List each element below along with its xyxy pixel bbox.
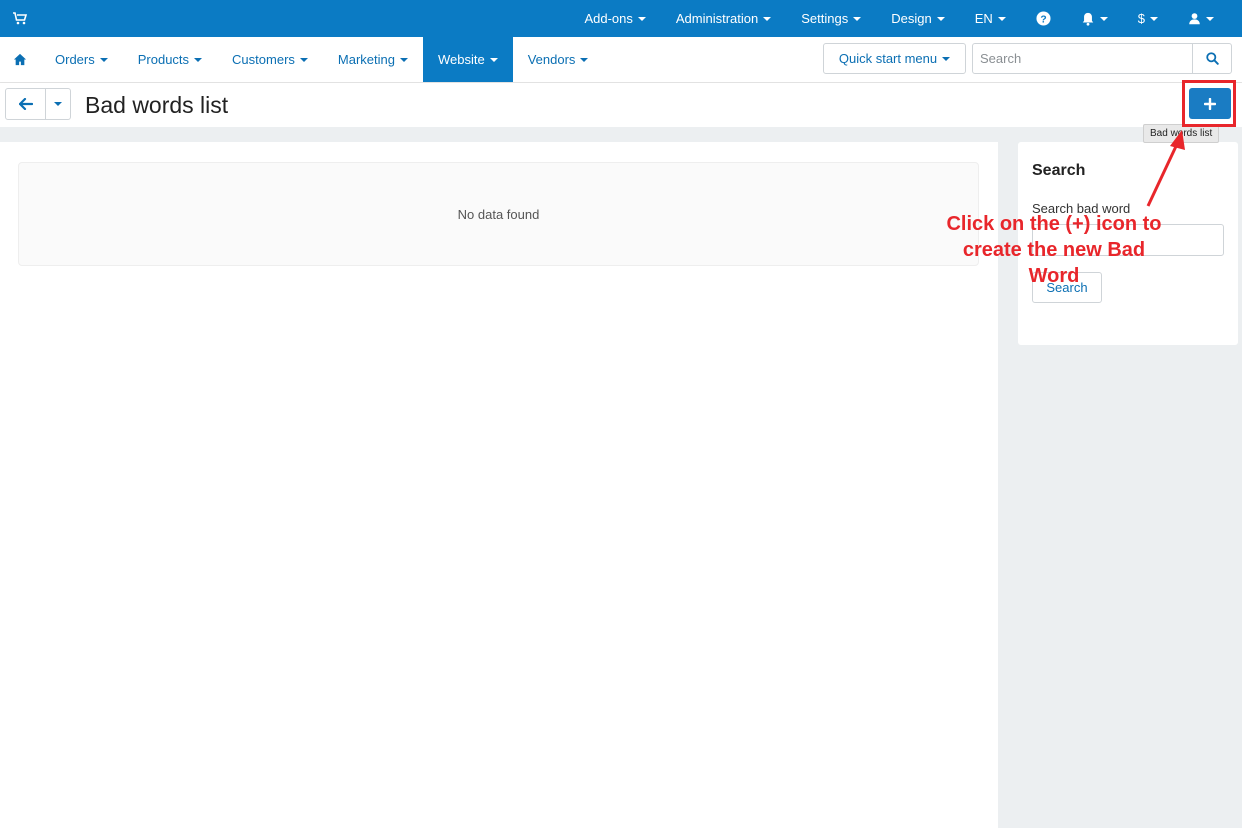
topnav-settings-label: Settings xyxy=(801,11,849,26)
topnav-addons-label: Add-ons xyxy=(584,11,633,26)
question-circle-icon: ? xyxy=(1036,11,1051,26)
chevron-down-icon xyxy=(637,16,646,21)
main-nav: Orders Products Customers Marketing Webs… xyxy=(0,37,1242,83)
nav-products[interactable]: Products xyxy=(123,37,217,82)
chevron-down-icon xyxy=(580,57,589,62)
annotation-text: Click on the (+) icon to create the new … xyxy=(946,213,1162,287)
add-bad-word-button[interactable] xyxy=(1189,88,1231,119)
topnav-currency[interactable]: $ xyxy=(1123,0,1173,37)
global-search xyxy=(972,43,1232,74)
quick-start-menu-label: Quick start menu xyxy=(838,51,938,66)
chevron-down-icon xyxy=(194,57,203,62)
chevron-down-icon xyxy=(54,102,62,106)
sidebar-title: Search xyxy=(1032,162,1086,179)
topnav-settings[interactable]: Settings xyxy=(786,0,876,37)
topnav-language[interactable]: EN xyxy=(960,0,1021,37)
nav-marketing-label: Marketing xyxy=(337,52,395,67)
add-button-tooltip: Bad words list xyxy=(1143,124,1220,143)
title-bar: Bad words list xyxy=(0,83,1242,127)
bell-icon xyxy=(1082,12,1094,26)
topnav-user[interactable] xyxy=(1173,0,1242,37)
nav-vendors-label: Vendors xyxy=(527,52,576,67)
quick-start-menu-button[interactable]: Quick start menu xyxy=(823,43,966,74)
back-dropdown-button[interactable] xyxy=(46,89,70,119)
page-title: Bad words list xyxy=(85,92,229,118)
topnav-addons[interactable]: Add-ons xyxy=(569,0,660,37)
topnav-design-label: Design xyxy=(891,11,932,26)
svg-text:?: ? xyxy=(1040,14,1046,25)
arrow-left-icon xyxy=(18,98,33,110)
main-panel: No data found xyxy=(0,142,998,828)
topnav-notifications[interactable] xyxy=(1066,0,1123,37)
chevron-down-icon xyxy=(399,57,408,62)
home-icon xyxy=(13,53,27,66)
nav-website[interactable]: Website xyxy=(422,37,513,82)
nav-customers-label: Customers xyxy=(232,52,295,67)
topnav-help[interactable]: ? xyxy=(1021,0,1066,37)
chevron-down-icon xyxy=(997,16,1006,21)
top-nav: Add-ons Administration Settings Design E… xyxy=(569,0,1242,37)
nav-orders-label: Orders xyxy=(55,52,95,67)
topnav-language-label: EN xyxy=(974,11,993,26)
chevron-down-icon xyxy=(853,16,862,21)
chevron-down-icon xyxy=(936,16,945,21)
top-bar: Add-ons Administration Settings Design E… xyxy=(0,0,1242,37)
chevron-down-icon xyxy=(942,56,951,61)
nav-vendors[interactable]: Vendors xyxy=(513,37,604,82)
back-button[interactable] xyxy=(6,89,46,119)
nav-marketing[interactable]: Marketing xyxy=(323,37,423,82)
chevron-down-icon xyxy=(763,16,772,21)
topnav-administration[interactable]: Administration xyxy=(661,0,786,37)
global-search-input[interactable] xyxy=(973,44,1192,73)
chevron-down-icon xyxy=(489,57,498,62)
topnav-administration-label: Administration xyxy=(675,11,759,26)
user-icon xyxy=(1189,13,1200,25)
search-icon xyxy=(1205,52,1219,65)
plus-icon xyxy=(1204,97,1216,110)
chevron-down-icon xyxy=(299,57,308,62)
chevron-down-icon xyxy=(1099,16,1108,21)
nav-home[interactable] xyxy=(0,37,40,82)
cart-icon[interactable] xyxy=(12,10,28,26)
nav-orders[interactable]: Orders xyxy=(40,37,123,82)
back-button-group xyxy=(5,88,71,120)
nav-products-label: Products xyxy=(137,52,190,67)
nav-customers[interactable]: Customers xyxy=(217,37,323,82)
nav-website-label: Website xyxy=(437,52,485,67)
empty-state: No data found xyxy=(18,162,979,266)
empty-state-message: No data found xyxy=(457,206,540,222)
topnav-currency-label: $ xyxy=(1137,11,1145,26)
topnav-design[interactable]: Design xyxy=(876,0,959,37)
chevron-down-icon xyxy=(1150,16,1158,21)
global-search-button[interactable] xyxy=(1192,44,1231,73)
chevron-down-icon xyxy=(1206,16,1214,21)
chevron-down-icon xyxy=(99,57,108,62)
